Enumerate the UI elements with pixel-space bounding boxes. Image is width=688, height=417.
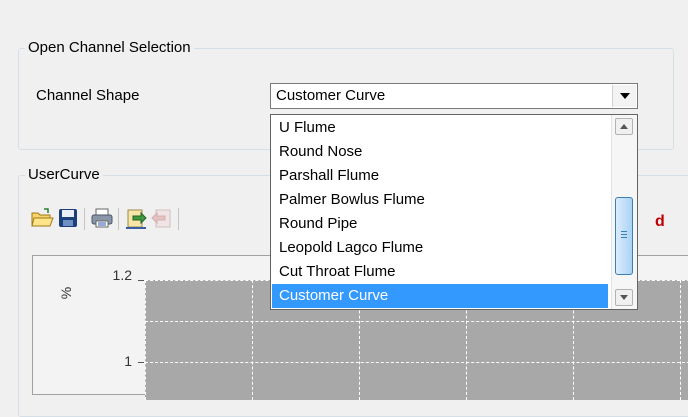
user-curve-group-title: UserCurve (25, 166, 103, 184)
option-parshall-flume[interactable]: Parshall Flume (272, 164, 608, 188)
open-channel-group-title: Open Channel Selection (25, 39, 194, 57)
channel-shape-combobox[interactable]: Customer Curve (270, 83, 638, 109)
scroll-down-button[interactable] (615, 289, 633, 306)
grip-line (621, 231, 627, 232)
channel-shape-selected-value: Customer Curve (276, 87, 386, 104)
grid-line (252, 280, 253, 400)
y-tick-label: 1.2 (112, 267, 132, 283)
toolbar-trailing-label: d (655, 213, 665, 230)
scroll-up-button[interactable] (615, 118, 633, 135)
scroll-thumb[interactable] (615, 197, 633, 275)
toolbar-separator (178, 208, 179, 230)
option-leopold-lagco-flume[interactable]: Leopold Lagco Flume (272, 236, 608, 260)
print-icon[interactable] (90, 206, 114, 230)
option-cut-throat-flume[interactable]: Cut Throat Flume (272, 260, 608, 284)
grid-line (145, 321, 688, 322)
grid-line (145, 280, 146, 400)
option-round-nose[interactable]: Round Nose (272, 140, 608, 164)
option-u-flume[interactable]: U Flume (272, 116, 608, 140)
option-customer-curve[interactable]: Customer Curve (272, 284, 608, 308)
import-icon[interactable] (124, 206, 148, 230)
chevron-up-icon (620, 124, 628, 129)
export-icon[interactable] (150, 206, 174, 230)
grid-line (680, 280, 681, 400)
combobox-dropdown-button[interactable] (612, 85, 636, 107)
grid-line (145, 362, 688, 363)
option-palmer-bowlus-flume[interactable]: Palmer Bowlus Flume (272, 188, 608, 212)
chevron-down-icon (620, 295, 628, 300)
toolbar-separator (84, 208, 85, 230)
open-folder-icon[interactable] (30, 206, 54, 230)
y-axis-unit-label: % (58, 286, 75, 300)
toolbar-separator (118, 208, 119, 230)
chevron-down-icon (619, 93, 630, 99)
option-round-pipe[interactable]: Round Pipe (272, 212, 608, 236)
y-tick-mark (138, 280, 144, 281)
dropdown-scrollbar[interactable] (611, 115, 637, 309)
channel-shape-dropdown-list[interactable]: U Flume Round Nose Parshall Flume Palmer… (270, 114, 638, 310)
channel-shape-label: Channel Shape (36, 87, 140, 104)
grip-line (621, 237, 627, 238)
grip-line (621, 234, 627, 235)
y-tick-mark (138, 362, 144, 363)
save-icon[interactable] (56, 206, 80, 230)
y-tick-label: 1 (124, 353, 132, 369)
